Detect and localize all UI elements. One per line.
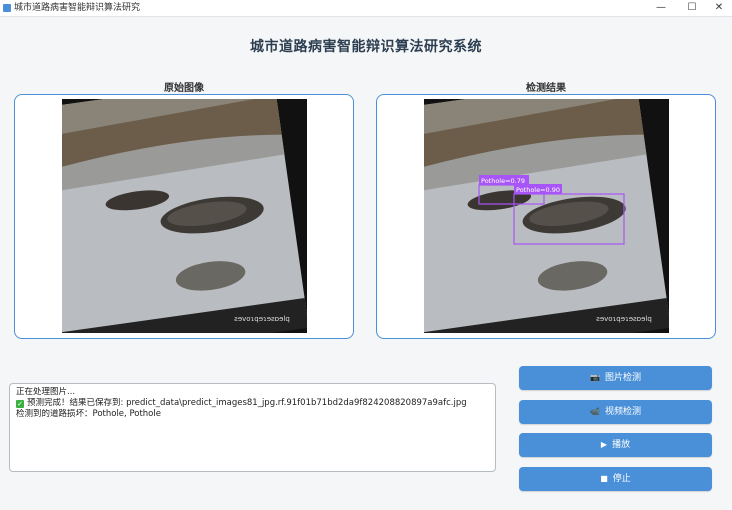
original-road-image: ƨɘvoɿqɘɿɘƨɒɘlq xyxy=(62,99,307,333)
minimize-button[interactable]: — xyxy=(646,0,676,16)
close-button[interactable]: ✕ xyxy=(704,0,732,16)
play-button[interactable]: ▶ 播放 xyxy=(519,433,712,457)
page-title: 城市道路病害智能辩识算法研究系统 xyxy=(250,39,482,55)
log-line-1: 正在处理图片... xyxy=(16,387,76,397)
image-detect-button[interactable]: 📷 图片检测 xyxy=(519,366,712,390)
video-detect-label: 视频检测 xyxy=(604,407,641,417)
result-road-image: Pothole=0.79 Pothole=0.90 ƨɘvoɿqɘɿɘƨɒɘlq xyxy=(424,99,669,333)
log-line-2-text: 预测完成！结果已保存到: predict_data\predict_images… xyxy=(27,398,467,408)
result-image-panel: Pothole=0.79 Pothole=0.90 ƨɘvoɿqɘɿɘƨɒɘlq xyxy=(376,94,716,339)
stop-icon: ■ xyxy=(600,474,608,483)
image-watermark: ƨɘvoɿqɘɿɘƨɒɘlq xyxy=(234,315,290,323)
stop-label: 停止 xyxy=(612,474,631,484)
camera-icon: 📷 xyxy=(590,373,600,382)
original-image-panel: ƨɘvoɿqɘɿɘƨɒɘlq xyxy=(14,94,354,339)
log-line-2: ✓ 预测完成！结果已保存到: predict_data\predict_image… xyxy=(16,398,489,409)
video-camera-icon: 📹 xyxy=(590,407,600,416)
detection-label-2: Pothole=0.90 xyxy=(516,186,560,194)
app-icon xyxy=(3,4,11,12)
play-label: 播放 xyxy=(612,440,631,450)
result-image-label: 检测结果 xyxy=(526,83,566,94)
original-image-label: 原始图像 xyxy=(164,83,204,94)
detection-label-1: Pothole=0.79 xyxy=(481,177,525,185)
log-line-3: 检测到的道路损坏：Pothole, Pothole xyxy=(16,409,161,419)
log-output[interactable]: 正在处理图片... ✓ 预测完成！结果已保存到: predict_data\pre… xyxy=(9,383,496,472)
image-watermark: ƨɘvoɿqɘɿɘƨɒɘlq xyxy=(596,315,652,323)
check-icon: ✓ xyxy=(16,400,24,408)
video-detect-button[interactable]: 📹 视频检测 xyxy=(519,400,712,424)
window-title: 城市道路病害智能辩识算法研究 xyxy=(14,3,141,13)
maximize-button[interactable]: ☐ xyxy=(677,0,707,16)
play-icon: ▶ xyxy=(600,440,608,449)
window-titlebar: 城市道路病害智能辩识算法研究 — ☐ ✕ xyxy=(0,0,732,17)
stop-button[interactable]: ■ 停止 xyxy=(519,467,712,491)
image-detect-label: 图片检测 xyxy=(604,373,641,383)
